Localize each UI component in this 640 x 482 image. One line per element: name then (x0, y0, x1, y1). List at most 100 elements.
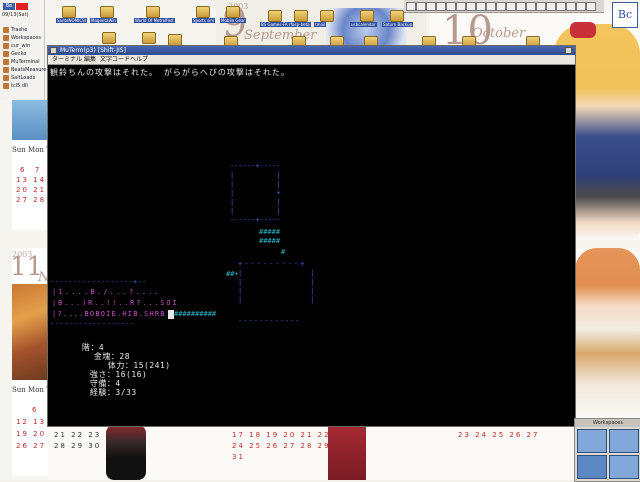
map-items-row: |B...)R..!!..R?...SOI (52, 299, 179, 307)
floor-value: 4 (98, 343, 105, 352)
folder-icon[interactable] (294, 10, 308, 22)
workspace-cell[interactable] (609, 455, 639, 479)
folder-icon[interactable] (268, 10, 282, 22)
folder-icon[interactable] (142, 32, 156, 44)
str-value: 16(16) (115, 370, 148, 379)
ac-value: 4 (115, 379, 121, 388)
map-room-line: | + (230, 189, 281, 197)
terminal-screen[interactable]: 観鈴ちんの攻撃はそれた。 がらがらへびの攻撃はそれた。 ------+-----… (50, 68, 573, 422)
folder-icon[interactable] (320, 10, 334, 22)
folder-icon[interactable] (360, 10, 374, 22)
clock-date: 09/13(Sat) (2, 12, 29, 18)
pager-cell[interactable] (506, 2, 516, 11)
pager-cell[interactable] (456, 2, 466, 11)
map-items-row: |1....B./...?.... (52, 288, 162, 296)
pager-cell[interactable] (416, 2, 426, 11)
calendar-row: 6 (32, 406, 39, 414)
hp-label: 体力： (107, 361, 134, 370)
desktop-icon-label[interactable]: Sports sim (192, 18, 216, 23)
folder-icon[interactable] (146, 6, 160, 18)
desktop-icon-label[interactable]: rfasp-beta (288, 22, 311, 27)
pager-cell[interactable] (476, 2, 486, 11)
pager-cell[interactable] (566, 2, 576, 11)
pager-cell[interactable] (576, 2, 586, 11)
calendar-day-header: Sun Mon Tu (12, 386, 48, 394)
pager-cell[interactable] (486, 2, 496, 11)
pager-cell[interactable] (586, 2, 596, 11)
map-room-line: | | (238, 287, 318, 295)
pager-cell[interactable] (546, 2, 556, 11)
desktop-icon-label[interactable]: usbcalendar (350, 22, 377, 27)
os-badge-icon[interactable] (16, 3, 28, 10)
map-room-line: | | (230, 198, 281, 206)
zoom-button[interactable] (565, 47, 572, 54)
launcher-label: MuTerminal (11, 59, 40, 65)
launcher-item-beatsmeasure[interactable]: BeatsMeasure (3, 66, 46, 74)
launcher-item-tcl[interactable]: tcl5.dll (3, 82, 43, 90)
be-logo-icon[interactable]: Be (3, 3, 15, 10)
folder-icon[interactable] (100, 6, 114, 18)
pager-cell[interactable] (556, 2, 566, 11)
terminal-window: MuTerm(p3) [Shift-JIS] ターミナル 編集 文字コード ヘル… (47, 45, 576, 427)
red-coat-art (328, 425, 366, 480)
workspaces-window: Workspaces (574, 418, 640, 482)
pager-cell[interactable] (426, 2, 436, 11)
folder-icon[interactable] (390, 10, 404, 22)
ac-label: 守備： (89, 379, 116, 388)
launcher-item-cur-win[interactable]: cur_win (3, 42, 43, 50)
gold-label: 金塊： (93, 352, 120, 361)
map-corridor: ##+ (226, 270, 239, 278)
desktop-icon-label[interactable]: World Of Metrolfest (134, 18, 175, 23)
map-room-line: | | (230, 207, 281, 215)
pager-cell[interactable] (526, 2, 536, 11)
menu-terminal[interactable]: ターミナル (52, 56, 82, 63)
close-button[interactable] (50, 47, 57, 54)
calendar-row: 20 21 (16, 186, 47, 194)
launcher-label: Trashe (11, 27, 28, 33)
folder-icon[interactable] (62, 6, 76, 18)
workspaces-title[interactable]: Workspaces (575, 419, 640, 427)
launcher-item-muterminal[interactable]: MuTerminal (3, 58, 43, 66)
menu-encoding[interactable]: 文字コード (100, 56, 130, 63)
menu-help[interactable]: ヘルプ (130, 56, 148, 63)
pager-cell[interactable] (496, 2, 506, 11)
launcher-item-trash[interactable]: Trashe (3, 26, 43, 34)
desktop-icon-label[interactable]: SanteNOMICSt (56, 18, 88, 23)
launcher-item-gecko[interactable]: Gecko (3, 50, 43, 58)
workspace-cell[interactable] (609, 429, 639, 453)
gecko-icon (3, 50, 9, 57)
workspace-cell[interactable] (577, 429, 607, 453)
terminal-icon (3, 58, 9, 65)
orange-hair-character-art (575, 248, 640, 418)
folder-icon[interactable] (196, 6, 210, 18)
calendar-row: 19 20 (16, 430, 47, 438)
calendar-row: 28 29 30 (54, 442, 102, 450)
pager-cell[interactable] (436, 2, 446, 11)
desktop-icon-label[interactable]: tmail (314, 22, 327, 27)
calendar-row: 12 13 (16, 418, 47, 426)
workspace-cell[interactable] (577, 455, 607, 479)
desktop-icon-label[interactable]: MagentaWin (90, 18, 117, 23)
folder-icon[interactable] (226, 6, 240, 18)
pager-cell[interactable] (446, 2, 456, 11)
menu-bar: ターミナル 編集 文字コード ヘルプ (48, 55, 575, 65)
desktop-icon-label[interactable]: Saturn Backup (382, 22, 414, 27)
pager-cell[interactable] (536, 2, 546, 11)
desktop-icon-label[interactable]: Mobile Gear (220, 18, 247, 23)
launcher-item-saltloads[interactable]: SaltLoads (3, 74, 43, 82)
bc-app-icon[interactable]: Bc (612, 2, 638, 28)
pager-cell[interactable] (516, 2, 526, 11)
launcher-item-workspaces[interactable]: Workspaces (3, 34, 43, 42)
app-icon (3, 82, 9, 89)
pager-cell[interactable] (466, 2, 476, 11)
window-titlebar[interactable]: MuTerm(p3) [Shift-JIS] (48, 46, 575, 55)
game-message: 観鈴ちんの攻撃はそれた。 がらがらへびの攻撃はそれた。 (50, 68, 290, 77)
pager-cell[interactable] (406, 2, 416, 11)
calendar-row: 26 27 (16, 442, 47, 450)
exp-value: 3/33 (115, 388, 137, 397)
folder-icon[interactable] (102, 32, 116, 44)
map-room-line: | | (238, 296, 318, 304)
menu-edit[interactable]: 編集 (84, 56, 96, 63)
launcher-label: Gecko (11, 51, 27, 57)
calendar-day-header: Sun Mon Tu (12, 146, 48, 154)
